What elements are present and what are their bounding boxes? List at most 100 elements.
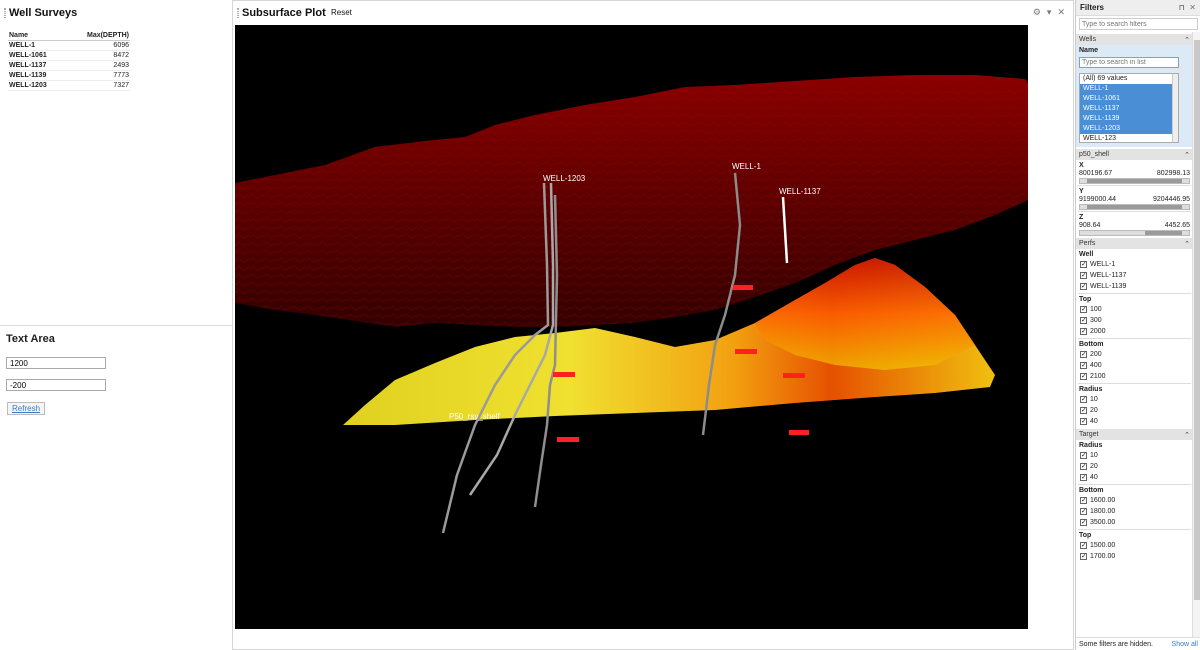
- checkbox-checked[interactable]: ✓: [1080, 553, 1087, 560]
- checkbox-item[interactable]: ✓ 3500.00: [1076, 517, 1193, 528]
- checkbox-item[interactable]: ✓ 2000: [1076, 326, 1193, 337]
- checkbox-item[interactable]: ✓ 10: [1076, 450, 1193, 461]
- list-item[interactable]: WELL-1061: [1080, 94, 1178, 104]
- cell-name: WELL-1203: [8, 80, 66, 91]
- filter-section-perfs[interactable]: Perfs ⌃: [1076, 238, 1193, 249]
- filters-header-icons: ⊓ ✕: [1178, 3, 1196, 12]
- table-row[interactable]: WELL-1203 7327: [8, 80, 130, 91]
- checkbox-item[interactable]: ✓ WELL-1137: [1076, 270, 1193, 281]
- checkbox-checked[interactable]: ✓: [1080, 519, 1087, 526]
- checkbox-label: 300: [1090, 317, 1102, 324]
- chevron-up-icon[interactable]: ⌃: [1184, 240, 1190, 248]
- checkbox-checked[interactable]: ✓: [1080, 474, 1087, 481]
- range-slider-z[interactable]: [1079, 230, 1190, 236]
- panel-header-icons: ⚙ ▾ ✕: [1033, 7, 1065, 18]
- range-slider-y[interactable]: [1079, 204, 1190, 210]
- filters-scrollbar[interactable]: [1192, 32, 1200, 637]
- range-max: 4452.65: [1164, 222, 1190, 229]
- list-item[interactable]: WELL-1139: [1080, 114, 1178, 124]
- column-header-name[interactable]: Name: [8, 31, 66, 41]
- checkbox-checked[interactable]: ✓: [1080, 362, 1087, 369]
- checkbox-checked[interactable]: ✓: [1080, 317, 1087, 324]
- checkbox-item[interactable]: ✓ 300: [1076, 315, 1193, 326]
- chevron-up-icon[interactable]: ⌃: [1184, 36, 1190, 44]
- chevron-up-icon[interactable]: ⌃: [1184, 151, 1190, 159]
- checkbox-item[interactable]: ✓ 100: [1076, 304, 1193, 315]
- checkbox-checked[interactable]: ✓: [1080, 261, 1087, 268]
- checkbox-checked[interactable]: ✓: [1080, 306, 1087, 313]
- text-area-input-2[interactable]: [6, 379, 106, 391]
- list-item[interactable]: (All) 69 values: [1080, 74, 1178, 84]
- checkbox-item[interactable]: ✓ 20: [1076, 461, 1193, 472]
- checkbox-label: 20: [1090, 463, 1098, 470]
- checkbox-label: WELL-1137: [1090, 272, 1127, 279]
- refresh-button[interactable]: Refresh: [7, 402, 46, 415]
- checkbox-checked[interactable]: ✓: [1080, 418, 1087, 425]
- scrollbar-thumb[interactable]: [1194, 40, 1200, 600]
- checkbox-item[interactable]: ✓ WELL-1139: [1076, 281, 1193, 292]
- checkbox-item[interactable]: ✓ 1800.00: [1076, 506, 1193, 517]
- table-row[interactable]: WELL-1137 2493: [8, 60, 130, 71]
- checkbox-checked[interactable]: ✓: [1080, 542, 1087, 549]
- range-max: 9204446.95: [1153, 196, 1190, 203]
- show-all-link[interactable]: Show all: [1172, 641, 1198, 648]
- range-fill: [1145, 231, 1183, 235]
- checkbox-label: 1700.00: [1090, 553, 1116, 560]
- table-row[interactable]: WELL-1061 8472: [8, 50, 130, 61]
- gear-icon[interactable]: ⚙: [1033, 7, 1041, 18]
- table-row[interactable]: WELL-1139 7773: [8, 70, 130, 81]
- checkbox-item[interactable]: ✓ 40: [1076, 416, 1193, 427]
- checkbox-item[interactable]: ✓ 400: [1076, 360, 1193, 371]
- chevron-down-icon[interactable]: ▾: [1047, 7, 1052, 18]
- checkbox-checked[interactable]: ✓: [1080, 508, 1087, 515]
- checkbox-checked[interactable]: ✓: [1080, 452, 1087, 459]
- checkbox-checked[interactable]: ✓: [1080, 463, 1087, 470]
- checkbox-item[interactable]: ✓ 1700.00: [1076, 551, 1193, 562]
- filters-search-input[interactable]: [1079, 18, 1198, 30]
- checkbox-checked[interactable]: ✓: [1080, 373, 1087, 380]
- filter-section-wells[interactable]: Wells ⌃: [1076, 34, 1193, 45]
- filter-section-p50-shell[interactable]: p50_shell ⌃: [1076, 149, 1193, 160]
- well-label-1: WELL-1: [732, 162, 761, 171]
- range-values-z: 908.64 4452.65: [1076, 222, 1193, 229]
- list-scrollbar[interactable]: [1172, 74, 1178, 142]
- wells-listbox[interactable]: (All) 69 values WELL-1 WELL-1061 WELL-11…: [1079, 73, 1179, 143]
- name-list-search-input[interactable]: [1079, 57, 1179, 68]
- checkbox-item[interactable]: ✓ 10: [1076, 394, 1193, 405]
- 3d-plot-canvas[interactable]: WELL-1203 WELL-1 WELL-1137 P50_rsv_shelf: [235, 25, 1028, 629]
- text-area-input-1[interactable]: [6, 357, 106, 369]
- filter-label-well: Well: [1079, 251, 1094, 258]
- section-title: Perfs: [1079, 240, 1096, 247]
- checkbox-checked[interactable]: ✓: [1080, 407, 1087, 414]
- checkbox-item[interactable]: ✓ 1600.00: [1076, 495, 1193, 506]
- close-icon[interactable]: ✕: [1057, 7, 1065, 18]
- checkbox-label: 10: [1090, 396, 1098, 403]
- checkbox-item[interactable]: ✓ 40: [1076, 472, 1193, 483]
- checkbox-item[interactable]: ✓ 1500.00: [1076, 540, 1193, 551]
- checkbox-item[interactable]: ✓ 200: [1076, 349, 1193, 360]
- checkbox-checked[interactable]: ✓: [1080, 283, 1087, 290]
- checkbox-checked[interactable]: ✓: [1080, 272, 1087, 279]
- list-item[interactable]: WELL-1137: [1080, 104, 1178, 114]
- range-fill: [1086, 205, 1183, 209]
- checkbox-checked[interactable]: ✓: [1080, 328, 1087, 335]
- reset-button[interactable]: Reset: [331, 8, 352, 17]
- checkbox-item[interactable]: ✓ 20: [1076, 405, 1193, 416]
- list-item[interactable]: WELL-123: [1080, 134, 1178, 142]
- checkbox-item[interactable]: ✓ WELL-1: [1076, 259, 1193, 270]
- checkbox-item[interactable]: ✓ 2100: [1076, 371, 1193, 382]
- checkbox-checked[interactable]: ✓: [1080, 396, 1087, 403]
- chevron-up-icon[interactable]: ⌃: [1184, 431, 1190, 439]
- pin-icon[interactable]: ⊓: [1178, 3, 1184, 12]
- checkbox-checked[interactable]: ✓: [1080, 497, 1087, 504]
- list-item[interactable]: WELL-1: [1080, 84, 1178, 94]
- filter-section-target[interactable]: Target ⌃: [1076, 429, 1193, 440]
- drag-grip-icon[interactable]: [237, 8, 239, 18]
- table-row[interactable]: WELL-1 6096: [8, 40, 130, 51]
- drag-grip-icon[interactable]: [4, 8, 6, 18]
- list-item[interactable]: WELL-1203: [1080, 124, 1178, 134]
- range-slider-x[interactable]: [1079, 178, 1190, 184]
- close-icon[interactable]: ✕: [1189, 3, 1196, 12]
- column-header-max-depth[interactable]: Max(DEPTH): [65, 31, 130, 41]
- checkbox-checked[interactable]: ✓: [1080, 351, 1087, 358]
